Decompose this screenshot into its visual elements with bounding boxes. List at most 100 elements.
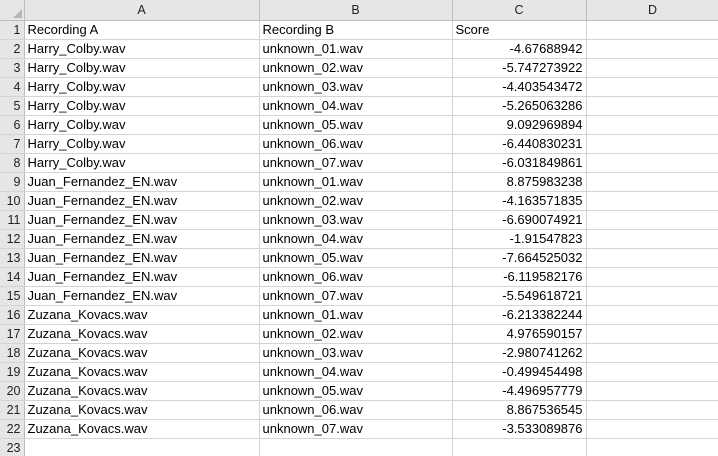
row-number[interactable]: 21 [0, 400, 25, 420]
cell-d[interactable] [586, 438, 718, 456]
row-number[interactable]: 2 [0, 39, 25, 59]
cell-d[interactable] [586, 381, 718, 401]
cell-recording-a[interactable]: Juan_Fernandez_EN.wav [24, 229, 260, 249]
cell-recording-b[interactable]: unknown_01.wav [259, 172, 453, 192]
cell-recording-a[interactable]: Harry_Colby.wav [24, 134, 260, 154]
cell-score[interactable]: -4.163571835 [452, 191, 587, 211]
row-number[interactable]: 18 [0, 343, 25, 363]
row-number[interactable]: 13 [0, 248, 25, 268]
cell-header-recording-a[interactable]: Recording A [24, 20, 260, 40]
cell-recording-b[interactable]: unknown_02.wav [259, 58, 453, 78]
cell-recording-a[interactable]: Harry_Colby.wav [24, 153, 260, 173]
row-number[interactable]: 8 [0, 153, 25, 173]
cell-d[interactable] [586, 419, 718, 439]
cell-d[interactable] [586, 305, 718, 325]
row-number[interactable]: 11 [0, 210, 25, 230]
cell-d[interactable] [586, 39, 718, 59]
cell-score[interactable]: -4.67688942 [452, 39, 587, 59]
cell-d[interactable] [586, 96, 718, 116]
cell-score[interactable]: -1.91547823 [452, 229, 587, 249]
cell-recording-a[interactable]: Juan_Fernandez_EN.wav [24, 267, 260, 287]
row-number[interactable]: 3 [0, 58, 25, 78]
row-number[interactable]: 5 [0, 96, 25, 116]
cell-recording-b[interactable]: unknown_04.wav [259, 362, 453, 382]
cell-recording-a[interactable]: Harry_Colby.wav [24, 39, 260, 59]
column-header-c[interactable]: C [452, 0, 587, 21]
cell-score[interactable]: 4.976590157 [452, 324, 587, 344]
cell-d[interactable] [586, 134, 718, 154]
cell-recording-b[interactable]: unknown_03.wav [259, 77, 453, 97]
cell-score[interactable]: -5.747273922 [452, 58, 587, 78]
cell-score[interactable]: -6.119582176 [452, 267, 587, 287]
row-number[interactable]: 12 [0, 229, 25, 249]
cell-d[interactable] [586, 267, 718, 287]
cell-recording-a[interactable]: Zuzana_Kovacs.wav [24, 400, 260, 420]
cell-recording-b[interactable]: unknown_01.wav [259, 39, 453, 59]
cell-recording-b[interactable]: unknown_02.wav [259, 191, 453, 211]
row-number[interactable]: 22 [0, 419, 25, 439]
cell-recording-b[interactable]: unknown_04.wav [259, 229, 453, 249]
row-number[interactable]: 10 [0, 191, 25, 211]
cell-d[interactable] [586, 153, 718, 173]
cell-header-score[interactable]: Score [452, 20, 587, 40]
cell-recording-a[interactable]: Zuzana_Kovacs.wav [24, 362, 260, 382]
cell-score[interactable]: -6.440830231 [452, 134, 587, 154]
cell-recording-a[interactable]: Juan_Fernandez_EN.wav [24, 210, 260, 230]
cell-score[interactable] [452, 438, 587, 456]
row-number[interactable]: 16 [0, 305, 25, 325]
row-number[interactable]: 6 [0, 115, 25, 135]
cell-recording-b[interactable] [259, 438, 453, 456]
cell-header-d[interactable] [586, 20, 718, 40]
cell-recording-b[interactable]: unknown_04.wav [259, 96, 453, 116]
row-number[interactable]: 19 [0, 362, 25, 382]
cell-recording-a[interactable]: Zuzana_Kovacs.wav [24, 343, 260, 363]
cell-score[interactable]: 8.875983238 [452, 172, 587, 192]
cell-recording-a[interactable] [24, 438, 260, 456]
column-header-b[interactable]: B [259, 0, 453, 21]
cell-d[interactable] [586, 191, 718, 211]
cell-d[interactable] [586, 343, 718, 363]
cell-d[interactable] [586, 172, 718, 192]
cell-d[interactable] [586, 248, 718, 268]
cell-recording-b[interactable]: unknown_05.wav [259, 248, 453, 268]
cell-score[interactable]: -5.549618721 [452, 286, 587, 306]
row-number[interactable]: 17 [0, 324, 25, 344]
cell-d[interactable] [586, 324, 718, 344]
row-number[interactable]: 23 [0, 438, 25, 456]
cell-header-recording-b[interactable]: Recording B [259, 20, 453, 40]
cell-d[interactable] [586, 229, 718, 249]
cell-recording-a[interactable]: Juan_Fernandez_EN.wav [24, 286, 260, 306]
cell-recording-b[interactable]: unknown_03.wav [259, 210, 453, 230]
row-number[interactable]: 7 [0, 134, 25, 154]
cell-recording-b[interactable]: unknown_02.wav [259, 324, 453, 344]
row-number[interactable]: 15 [0, 286, 25, 306]
cell-recording-a[interactable]: Zuzana_Kovacs.wav [24, 324, 260, 344]
cell-recording-a[interactable]: Zuzana_Kovacs.wav [24, 381, 260, 401]
cell-recording-b[interactable]: unknown_06.wav [259, 400, 453, 420]
cell-d[interactable] [586, 362, 718, 382]
cell-score[interactable]: 9.092969894 [452, 115, 587, 135]
cell-d[interactable] [586, 210, 718, 230]
cell-recording-b[interactable]: unknown_07.wav [259, 419, 453, 439]
cell-d[interactable] [586, 286, 718, 306]
cell-recording-b[interactable]: unknown_05.wav [259, 115, 453, 135]
cell-recording-a[interactable]: Juan_Fernandez_EN.wav [24, 248, 260, 268]
cell-d[interactable] [586, 58, 718, 78]
cell-score[interactable]: -4.496957779 [452, 381, 587, 401]
spreadsheet-grid[interactable]: A B C D 1 Recording A Recording B Score … [0, 0, 718, 456]
cell-recording-a[interactable]: Zuzana_Kovacs.wav [24, 305, 260, 325]
cell-score[interactable]: -0.499454498 [452, 362, 587, 382]
cell-score[interactable]: -7.664525032 [452, 248, 587, 268]
row-number[interactable]: 14 [0, 267, 25, 287]
column-header-a[interactable]: A [24, 0, 260, 21]
cell-score[interactable]: -5.265063286 [452, 96, 587, 116]
cell-recording-a[interactable]: Harry_Colby.wav [24, 115, 260, 135]
cell-score[interactable]: -6.031849861 [452, 153, 587, 173]
cell-recording-b[interactable]: unknown_07.wav [259, 286, 453, 306]
cell-score[interactable]: -6.690074921 [452, 210, 587, 230]
cell-recording-a[interactable]: Harry_Colby.wav [24, 77, 260, 97]
cell-recording-a[interactable]: Juan_Fernandez_EN.wav [24, 191, 260, 211]
cell-recording-b[interactable]: unknown_03.wav [259, 343, 453, 363]
column-header-d[interactable]: D [586, 0, 718, 21]
row-number[interactable]: 20 [0, 381, 25, 401]
